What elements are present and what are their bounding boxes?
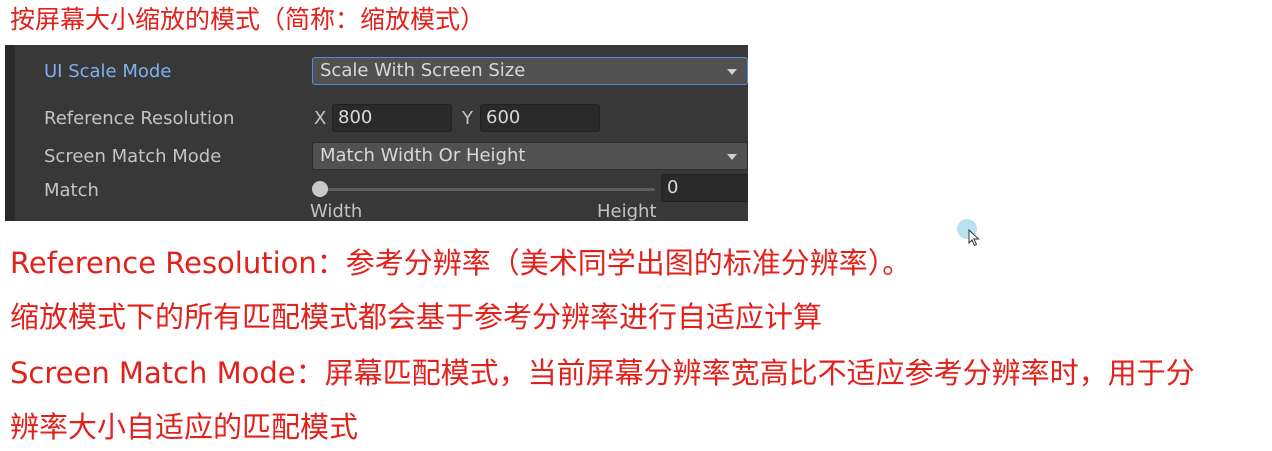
screen-match-mode-note: Screen Match Mode：屏幕匹配模式，当前屏幕分辨率宽高比不适应参考… <box>10 356 1195 390</box>
canvas-scaler-inspector: UI Scale Mode Scale With Screen Size Ref… <box>5 45 748 221</box>
resolution-y-field[interactable]: 600 <box>480 104 600 132</box>
chevron-down-icon <box>727 154 737 160</box>
screen-match-mode-value: Match Width Or Height <box>320 145 526 166</box>
resolution-x-label: X <box>314 108 327 129</box>
inspector-left-gutter <box>5 45 15 221</box>
reference-resolution-label: Reference Resolution <box>44 108 235 129</box>
screen-match-mode-dropdown[interactable]: Match Width Or Height <box>312 142 748 170</box>
reference-resolution-note: Reference Resolution：参考分辨率（美术同学出图的标准分辨率）… <box>10 246 912 280</box>
match-value-field[interactable]: 0 <box>661 174 748 202</box>
chevron-down-icon <box>727 69 737 75</box>
match-label: Match <box>44 180 99 201</box>
match-max-label: Height <box>597 201 657 221</box>
ui-scale-mode-dropdown[interactable]: Scale With Screen Size <box>312 57 748 85</box>
screen-match-mode-note-cont: 辨率大小自适应的匹配模式 <box>10 410 359 444</box>
ui-scale-mode-label: UI Scale Mode <box>44 61 172 82</box>
page-title: 按屏幕大小缩放的模式（简称：缩放模式） <box>10 5 486 34</box>
mouse-pointer-icon <box>968 229 980 247</box>
match-min-label: Width <box>310 201 363 221</box>
screen-match-mode-label: Screen Match Mode <box>44 146 222 167</box>
scale-mode-note: 缩放模式下的所有匹配模式都会基于参考分辨率进行自适应计算 <box>10 300 823 334</box>
match-slider-handle[interactable] <box>312 181 328 197</box>
resolution-y-label: Y <box>462 108 473 129</box>
resolution-x-field[interactable]: 800 <box>332 104 452 132</box>
ui-scale-mode-value: Scale With Screen Size <box>320 60 526 81</box>
match-slider-track[interactable] <box>319 188 655 191</box>
